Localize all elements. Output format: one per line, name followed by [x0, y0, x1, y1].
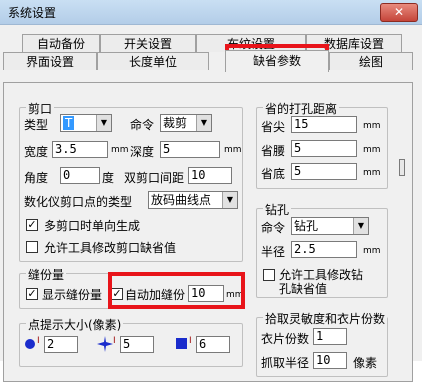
circle-point-icon — [25, 339, 35, 349]
cursor-i-icon: I — [113, 336, 116, 346]
close-button[interactable]: ✕ — [380, 3, 418, 22]
pickup-group: 拾取灵敏度和衣片份数 衣片份数 1 抓取半径 10 像素 — [256, 310, 388, 377]
cut-opt2-checkbox[interactable] — [26, 241, 38, 253]
punch-distance-group: 省的打孔距离 省尖 15 mm 省腰 5 mm 省底 5 mm — [256, 100, 388, 189]
point-size-2-field[interactable]: 5 — [120, 336, 154, 353]
point-size-3-field[interactable]: 6 — [196, 336, 230, 353]
tab-switch-settings[interactable]: 开关设置 — [100, 34, 196, 52]
seam-highlight-box — [108, 272, 245, 309]
cut-cmd-value: 裁剪 — [163, 116, 188, 130]
pickup-radius-unit: 像素 — [353, 356, 378, 370]
cut-depth-field[interactable]: 5 — [160, 141, 220, 158]
title-bar: 系统设置 ✕ — [0, 0, 422, 25]
drill-allow-label-2: 孔缺省值 — [279, 282, 328, 296]
seam-show-label: 显示缝份量 — [42, 288, 103, 302]
drill-cmd-value: 钻孔 — [294, 219, 319, 233]
pickup-pieces-field[interactable]: 1 — [313, 328, 347, 345]
cut-depth-unit: mm — [224, 145, 242, 155]
cut-width-label: 宽度 — [24, 145, 49, 159]
dialog-body: 自动备份 开关设置 布纹设置 数据库设置 界面设置 长度单位 缺省参数 绘图 剪… — [0, 25, 422, 382]
cut-depth-label: 深度 — [130, 145, 155, 159]
cut-digitizer-value: 放码曲线点 — [151, 193, 212, 207]
drill-cmd-label: 命令 — [261, 221, 286, 235]
close-icon: ✕ — [393, 5, 405, 19]
chevron-down-icon: ▼ — [353, 218, 368, 234]
seam-legend: 缝份量 — [26, 266, 67, 283]
punch-waist-field[interactable]: 5 — [291, 140, 357, 157]
window-title: 系统设置 — [8, 6, 57, 20]
drill-allow-checkbox[interactable] — [263, 269, 275, 281]
chevron-down-icon: ▼ — [222, 192, 237, 208]
cursor-i-icon: I — [37, 336, 40, 346]
drill-legend: 钻孔 — [263, 201, 292, 218]
scrollbar[interactable] — [399, 159, 405, 176]
punch-tip-label: 省尖 — [261, 120, 286, 134]
punch-bottom-label: 省底 — [261, 167, 286, 181]
punch-distance-legend: 省的打孔距离 — [263, 100, 340, 117]
drill-group: 钻孔 命令 钻孔 ▼ 半径 2.5 mm 允许工具修改钻 孔缺省值 — [256, 201, 388, 298]
cut-angle-unit: 度 — [102, 171, 115, 185]
punch-bottom-field[interactable]: 5 — [291, 163, 357, 180]
cut-gap-field[interactable]: 10 — [188, 167, 232, 184]
punch-bottom-unit: mm — [363, 168, 381, 178]
chevron-down-icon: ▼ — [96, 115, 111, 131]
tab-interface-settings[interactable]: 界面设置 — [3, 52, 97, 70]
punch-tip-unit: mm — [363, 121, 381, 131]
drill-cmd-select[interactable]: 钻孔 ▼ — [291, 217, 369, 235]
cut-cmd-label: 命令 — [130, 118, 155, 132]
drill-radius-field[interactable]: 2.5 — [291, 241, 357, 258]
cut-cmd-select[interactable]: 裁剪 ▼ — [160, 114, 212, 132]
cut-width-unit: mm — [111, 145, 129, 155]
cut-digitizer-label: 数化仪剪口点的类型 — [24, 195, 133, 209]
drill-radius-label: 半径 — [261, 245, 286, 259]
pickup-pieces-label: 衣片份数 — [261, 332, 310, 346]
cut-digitizer-select[interactable]: 放码曲线点 ▼ — [148, 191, 238, 209]
cursor-i-icon: I — [189, 336, 192, 346]
point-size-legend: 点提示大小(像素) — [26, 316, 124, 333]
point-size-1-field[interactable]: 2 — [44, 336, 78, 353]
seam-show-checkbox[interactable]: ✓ — [26, 288, 38, 300]
tab-auto-backup[interactable]: 自动备份 — [22, 34, 100, 52]
cut-group: 剪口 类型 T ▼ 命令 裁剪 ▼ 宽度 3.5 mm 深度 5 mm 角度 0… — [19, 100, 243, 262]
pickup-legend: 拾取灵敏度和衣片份数 — [263, 310, 387, 327]
cut-angle-label: 角度 — [24, 171, 49, 185]
star-point-icon — [97, 336, 113, 352]
default-params-panel: 剪口 类型 T ▼ 命令 裁剪 ▼ 宽度 3.5 mm 深度 5 mm 角度 0… — [3, 82, 413, 382]
tab-length-unit[interactable]: 长度单位 — [97, 52, 209, 70]
cut-type-value: T — [63, 116, 75, 130]
punch-waist-unit: mm — [363, 145, 381, 155]
tab-drawing[interactable]: 绘图 — [329, 52, 413, 70]
cut-type-label: 类型 — [24, 118, 49, 132]
cut-angle-field[interactable]: 0 — [60, 167, 100, 184]
tab-default-params[interactable]: 缺省参数 — [225, 50, 329, 72]
square-point-icon — [176, 338, 187, 349]
cut-opt1-checkbox[interactable]: ✓ — [26, 219, 38, 231]
cut-gap-label: 双剪口间距 — [124, 171, 185, 185]
drill-radius-unit: mm — [363, 246, 381, 256]
punch-tip-field[interactable]: 15 — [291, 116, 357, 133]
cut-type-select[interactable]: T ▼ — [60, 114, 112, 132]
pickup-radius-label: 抓取半径 — [261, 356, 310, 370]
cut-opt2-label: 允许工具修改剪口缺省值 — [44, 241, 177, 255]
chevron-down-icon: ▼ — [196, 115, 211, 131]
cut-legend: 剪口 — [26, 100, 55, 117]
point-size-group: 点提示大小(像素) I 2 I 5 I 6 — [19, 316, 243, 367]
cut-width-field[interactable]: 3.5 — [52, 141, 108, 158]
cut-opt1-label: 多剪口时单向生成 — [44, 219, 141, 233]
punch-waist-label: 省腰 — [261, 144, 286, 158]
